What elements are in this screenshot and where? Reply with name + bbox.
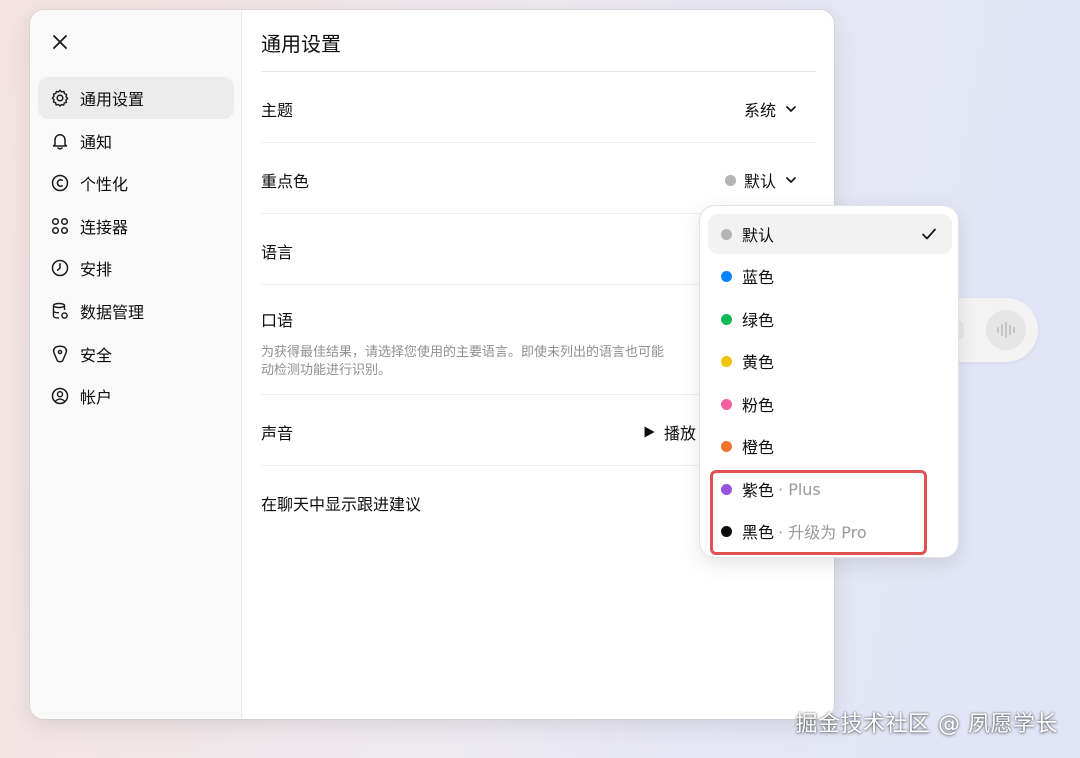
account-icon bbox=[50, 386, 70, 406]
settings-sidebar: 通用设置 通知 个性化 连接器 安排 数据管理 安全 帐户 bbox=[30, 10, 242, 719]
sidebar-item-general[interactable]: 通用设置 bbox=[38, 77, 234, 119]
play-voice-button[interactable]: 播放 bbox=[642, 420, 696, 444]
close-icon bbox=[53, 35, 67, 49]
option-label: 橙色 bbox=[742, 438, 775, 457]
gear-icon bbox=[50, 88, 70, 108]
followup-label: 在聊天中显示跟进建议 bbox=[261, 495, 422, 514]
accent-option-orange[interactable]: 橙色 bbox=[708, 426, 952, 466]
color-dot bbox=[721, 270, 732, 282]
voice-label: 声音 bbox=[261, 424, 294, 443]
sidebar-item-data-controls[interactable]: 数据管理 bbox=[38, 290, 234, 332]
accent-option-blue[interactable]: 蓝色 bbox=[708, 256, 952, 296]
accent-color-dot bbox=[724, 174, 736, 186]
chevron-down-icon bbox=[786, 106, 796, 112]
accent-select[interactable]: 默认 bbox=[724, 168, 798, 192]
theme-row: 主题 系统 bbox=[261, 72, 816, 143]
theme-select[interactable]: 系统 bbox=[744, 97, 798, 121]
play-label: 播放 bbox=[663, 424, 696, 443]
sidebar-item-notifications[interactable]: 通知 bbox=[38, 120, 234, 162]
language-label: 语言 bbox=[261, 243, 294, 262]
connectors-icon bbox=[50, 216, 70, 236]
option-label: 黑色 bbox=[742, 523, 775, 542]
sidebar-item-label: 通知 bbox=[80, 132, 113, 152]
shield-icon bbox=[50, 344, 70, 364]
accent-label: 重点色 bbox=[261, 172, 310, 191]
sidebar-item-label: 帐户 bbox=[80, 388, 113, 408]
sidebar-item-label: 连接器 bbox=[80, 217, 129, 237]
accent-option-black[interactable]: 黑色 · 升级为 Pro bbox=[708, 511, 952, 551]
chevron-down-icon bbox=[786, 177, 796, 183]
option-label: 绿色 bbox=[742, 311, 775, 330]
close-button[interactable] bbox=[48, 30, 72, 54]
color-dot bbox=[721, 483, 732, 495]
sidebar-item-label: 数据管理 bbox=[80, 302, 145, 322]
description-line: 动检测功能进行识别。 bbox=[261, 363, 392, 378]
watermark: 掘金技术社区 @ 夙愿学长 bbox=[795, 712, 1058, 737]
voice-wave-icon bbox=[986, 310, 1026, 350]
accent-option-green[interactable]: 绿色 bbox=[708, 299, 952, 339]
checkmark-icon bbox=[922, 228, 936, 240]
sidebar-item-connectors[interactable]: 连接器 bbox=[38, 205, 234, 247]
sidebar-item-label: 通用设置 bbox=[80, 90, 145, 109]
accent-row: 重点色 默认 bbox=[261, 143, 816, 214]
settings-nav: 通用设置 通知 个性化 连接器 安排 数据管理 安全 帐户 bbox=[38, 77, 234, 418]
accent-option-pink[interactable]: 粉色 bbox=[708, 384, 952, 424]
accent-value: 默认 bbox=[743, 172, 776, 191]
plan-suffix: · 升级为 Pro bbox=[778, 523, 867, 542]
option-label: 默认 bbox=[742, 226, 775, 245]
accent-color-dropdown: 默认 蓝色 绿色 黄色 粉色 橙色 紫色 · Plus 黑色 · 升级为 Pro bbox=[699, 205, 959, 558]
spoken-language-description: 为获得最佳结果，请选择您使用的主要语言。即使未列出的语言也可能 动检测功能进行识… bbox=[261, 344, 731, 380]
page-title: 通用设置 bbox=[261, 32, 341, 56]
description-line: 为获得最佳结果，请选择您使用的主要语言。即使未列出的语言也可能 bbox=[261, 345, 665, 360]
accent-option-purple[interactable]: 紫色 · Plus bbox=[708, 469, 952, 509]
color-dot bbox=[721, 398, 732, 410]
accent-option-yellow[interactable]: 黄色 bbox=[708, 341, 952, 381]
sidebar-item-security[interactable]: 安全 bbox=[38, 333, 234, 375]
bell-icon bbox=[50, 131, 70, 151]
sidebar-item-label: 安排 bbox=[80, 260, 113, 280]
sidebar-item-personalization[interactable]: 个性化 bbox=[38, 162, 234, 204]
plan-suffix: · Plus bbox=[778, 479, 821, 499]
spoken-language-label: 口语 bbox=[261, 311, 294, 330]
play-icon bbox=[644, 426, 655, 438]
theme-label: 主题 bbox=[261, 101, 294, 120]
color-dot bbox=[721, 525, 732, 537]
accent-option-default[interactable]: 默认 bbox=[708, 214, 952, 254]
color-dot bbox=[721, 355, 732, 367]
option-label: 黄色 bbox=[742, 353, 775, 372]
color-dot bbox=[721, 313, 732, 325]
theme-value: 系统 bbox=[743, 101, 776, 120]
sidebar-item-label: 安全 bbox=[80, 345, 113, 365]
color-dot bbox=[721, 440, 732, 452]
sidebar-item-schedule[interactable]: 安排 bbox=[38, 247, 234, 289]
database-icon bbox=[50, 301, 70, 321]
option-label: 紫色 bbox=[742, 481, 775, 500]
sidebar-item-account[interactable]: 帐户 bbox=[38, 375, 234, 417]
option-label: 粉色 bbox=[742, 396, 775, 415]
clock-icon bbox=[50, 258, 70, 278]
color-dot bbox=[721, 228, 732, 240]
personalization-icon bbox=[50, 173, 70, 193]
sidebar-item-label: 个性化 bbox=[80, 175, 129, 195]
option-label: 蓝色 bbox=[742, 268, 775, 287]
